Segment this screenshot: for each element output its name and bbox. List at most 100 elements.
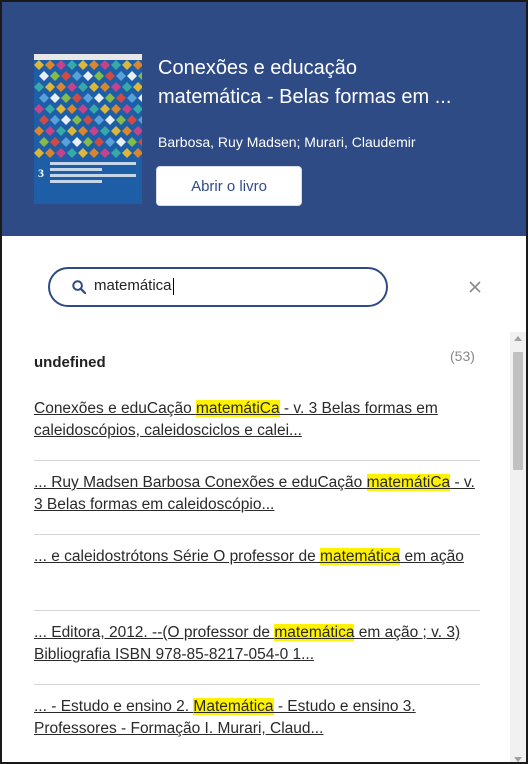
cover-pattern-shape (67, 126, 77, 136)
scroll-down-arrow-icon[interactable] (514, 757, 522, 762)
cover-pattern-shape (94, 115, 104, 125)
cover-pattern-shape (94, 137, 104, 147)
cover-pattern-shape (78, 148, 88, 158)
result-text: ... Editora, 2012. --(O professor de (34, 624, 275, 641)
cover-pattern-shape (78, 60, 88, 70)
cover-pattern-shape (122, 104, 132, 114)
cover-pattern-shape (116, 71, 126, 81)
cover-pattern-shape (138, 94, 142, 102)
cover-pattern-shape (56, 126, 66, 136)
cover-pattern-shape (133, 82, 142, 92)
cover-pattern-shape (89, 104, 99, 114)
results-scrollbar[interactable] (510, 332, 526, 762)
cover-pattern-shape (45, 104, 55, 114)
cover-pattern-shape (56, 148, 66, 158)
cover-pattern-shape (39, 93, 49, 103)
cover-pattern-shape (138, 72, 142, 80)
cover-pattern-shape (61, 115, 71, 125)
book-cover: 3 (34, 54, 142, 204)
result-item[interactable]: Conexões e eduCação matemátiCa - v. 3 Be… (34, 398, 480, 442)
cover-pattern-shape (67, 104, 77, 114)
cover-pattern-shape (50, 137, 60, 147)
cover-pattern-shape (39, 137, 49, 147)
cover-pattern-shape (100, 126, 110, 136)
cover-pattern-shape (122, 82, 132, 92)
cover-pattern-shape (116, 137, 126, 147)
cover-pattern-shape (100, 82, 110, 92)
cover-pattern-shape (105, 71, 115, 81)
book-header: 3 Conexões e educação matemática - Belas… (2, 2, 526, 236)
cover-pattern-shape (89, 126, 99, 136)
cover-pattern-shape (138, 138, 142, 146)
result-text: Conexões e eduCação (34, 400, 197, 417)
cover-pattern-shape (67, 60, 77, 70)
cover-pattern-shape (61, 93, 71, 103)
result-highlight: matemátiCa (196, 400, 280, 417)
result-divider (34, 460, 480, 461)
search-icon (72, 280, 86, 294)
cover-pattern-shape (50, 93, 60, 103)
result-text: em ação (400, 548, 464, 565)
cover-pattern-shape (56, 104, 66, 114)
cover-pattern-shape (78, 126, 88, 136)
cover-pattern-shape (83, 137, 93, 147)
cover-pattern-shape (89, 148, 99, 158)
book-authors: Barbosa, Ruy Madsen; Murari, Claudemir (158, 134, 416, 150)
cover-pattern-shape (122, 60, 132, 70)
cover-pattern-shape (45, 82, 55, 92)
cover-pattern-shape (133, 148, 142, 158)
result-item[interactable]: ... Editora, 2012. --(O professor de mat… (34, 622, 480, 666)
search-input-value: matemática (94, 277, 172, 294)
result-divider (34, 610, 480, 611)
cover-pattern-shape (45, 148, 55, 158)
cover-pattern-shape (61, 137, 71, 147)
book-title: Conexões e educação matemática - Belas f… (158, 54, 508, 112)
cover-pattern-shape (133, 60, 142, 70)
close-icon[interactable] (467, 279, 483, 295)
cover-pattern-shape (45, 126, 55, 136)
cover-pattern-shape (100, 104, 110, 114)
cover-pattern-shape (111, 60, 121, 70)
cover-pattern-shape (56, 82, 66, 92)
cover-pattern-shape (116, 115, 126, 125)
result-text: ... e caleidostrótons Série O professor … (34, 548, 321, 565)
result-highlight: matemátiCa (366, 474, 451, 491)
book-title-line-2: matemática - Belas formas em ... (158, 86, 452, 108)
cover-pattern-shape (72, 93, 82, 103)
app-frame: 3 Conexões e educação matemática - Belas… (0, 0, 528, 764)
cover-pattern-shape (67, 82, 77, 92)
cover-pattern-shape (89, 82, 99, 92)
cover-pattern-shape (100, 60, 110, 70)
cover-pattern-shape (83, 115, 93, 125)
cover-pattern-shape (78, 82, 88, 92)
cover-pattern-shape (100, 148, 110, 158)
cover-pattern-shape (72, 137, 82, 147)
result-item[interactable]: ... Ruy Madsen Barbosa Conexões e eduCaç… (34, 472, 480, 516)
cover-pattern-shape (50, 115, 60, 125)
open-book-button[interactable]: Abrir o livro (156, 166, 302, 206)
cover-pattern-shape (89, 60, 99, 70)
cover-pattern-shape (94, 71, 104, 81)
cover-pattern-shape (105, 137, 115, 147)
cover-pattern-shape (105, 93, 115, 103)
cover-pattern-shape (61, 71, 71, 81)
result-group-label: undefined (34, 354, 106, 371)
cover-pattern-shape (133, 126, 142, 136)
cover-pattern-shape (111, 82, 121, 92)
text-caret (172, 277, 174, 295)
result-item[interactable]: ... - Estudo e ensino 2. Matemática - Es… (34, 696, 480, 740)
scrollbar-thumb[interactable] (513, 352, 523, 470)
search-box[interactable]: matemática (48, 267, 388, 307)
result-text: ... Ruy Madsen Barbosa Conexões e eduCaç… (34, 474, 367, 491)
cover-pattern-shape (50, 71, 60, 81)
cover-pattern-shape (78, 104, 88, 114)
result-group-count: (53) (450, 348, 475, 364)
search-input[interactable]: matemática (94, 277, 374, 299)
cover-pattern-shape (34, 148, 44, 158)
scroll-up-arrow-icon[interactable] (514, 336, 522, 341)
cover-text-lines (50, 162, 136, 186)
cover-pattern-shape (45, 60, 55, 70)
result-item[interactable]: ... e caleidostrótons Série O professor … (34, 546, 480, 568)
cover-pattern-shape (34, 60, 44, 70)
cover-pattern-shape (39, 71, 49, 81)
